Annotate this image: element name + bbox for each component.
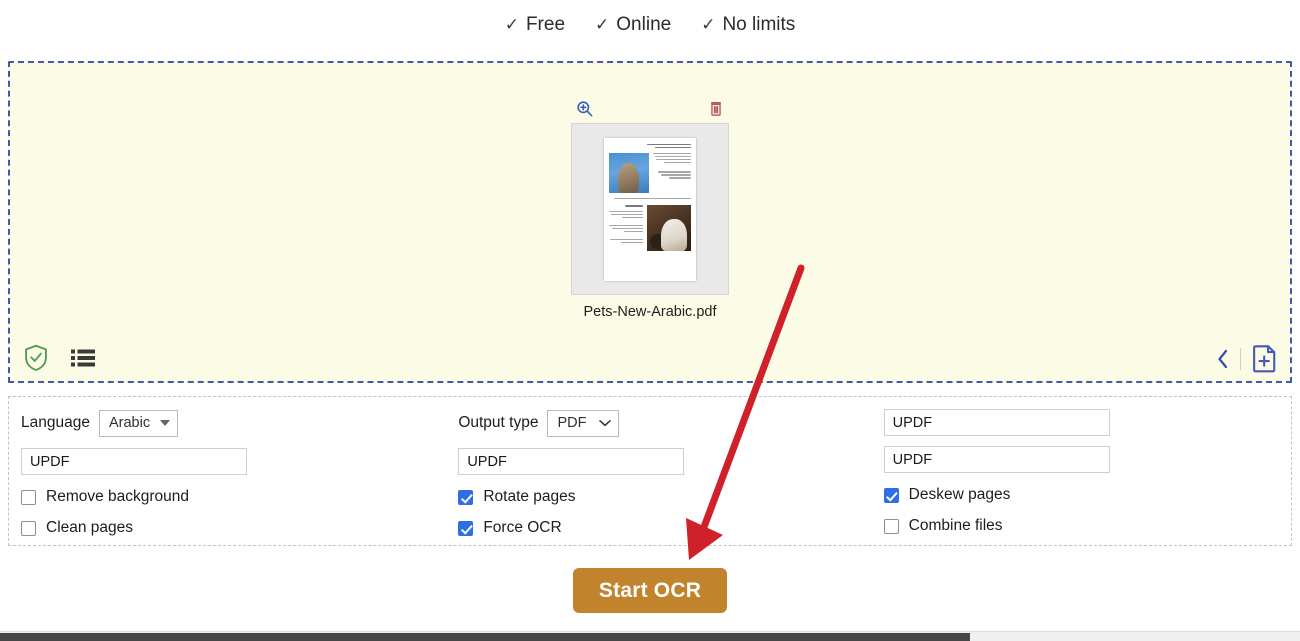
language-row: Language Arabic [21, 408, 422, 438]
right-top-text-input[interactable] [883, 409, 1110, 436]
language-select-value: Arabic [108, 415, 151, 431]
horizontal-scrollbar[interactable] [0, 631, 1300, 641]
checkbox-clean-pages[interactable]: Clean pages [21, 519, 422, 537]
tagline-label: Free [525, 14, 566, 35]
preview-cat-image [609, 153, 649, 194]
check-icon: ✓ [701, 15, 716, 34]
checkbox-box[interactable] [458, 489, 474, 505]
output-type-select-value: PDF [557, 415, 587, 431]
chevron-down-icon [599, 419, 612, 427]
options-panel: Language Arabic Remove background Clean … [8, 396, 1292, 546]
chevron-down-icon [160, 420, 171, 426]
right-bottom-text-input[interactable] [883, 446, 1110, 473]
toolbar-divider [1240, 347, 1241, 370]
checkbox-label: Deskew pages [908, 486, 1011, 503]
tagline-item-online: ✓ Online [595, 14, 671, 36]
ocr-tool-page: ✓ Free ✓ Online ✓ No limits Pets-New-Ara… [0, 0, 1300, 641]
tagline-item-no-limits: ✓ No limits [701, 14, 795, 36]
preview-section-dog [609, 205, 691, 252]
file-card: Pets-New-Arabic.pdf [566, 99, 734, 320]
feature-tagline: ✓ Free ✓ Online ✓ No limits [0, 14, 1300, 36]
file-name-label: Pets-New-Arabic.pdf [583, 304, 717, 320]
dropzone-left-toolbar [23, 344, 95, 372]
checkbox-label: Combine files [908, 517, 1003, 534]
middle-text-input[interactable] [458, 448, 685, 475]
checkbox-box[interactable] [883, 487, 899, 503]
file-thumbnail[interactable] [571, 123, 729, 295]
output-type-row: Output type PDF [458, 408, 841, 438]
shield-check-icon[interactable] [23, 344, 49, 372]
start-ocr-button[interactable]: Start OCR [573, 568, 727, 613]
scrollbar-thumb[interactable] [0, 633, 970, 641]
checkbox-box[interactable] [883, 518, 899, 534]
checkbox-label: Rotate pages [483, 488, 576, 505]
checkbox-label: Clean pages [46, 519, 134, 536]
checkbox-remove-background[interactable]: Remove background [21, 488, 422, 506]
checkbox-rotate-pages[interactable]: Rotate pages [458, 488, 841, 506]
options-column-left: Language Arabic Remove background Clean … [21, 408, 440, 545]
preview-dog-image [647, 205, 691, 252]
checkbox-box[interactable] [21, 520, 36, 536]
list-view-icon[interactable] [71, 348, 95, 368]
check-icon: ✓ [595, 15, 610, 34]
options-column-right: Deskew pages Combine files [860, 408, 1279, 545]
dropzone-right-toolbar [1216, 344, 1278, 373]
tagline-label: Online [616, 14, 672, 35]
checkbox-label: Force OCR [483, 519, 562, 536]
checkbox-box[interactable] [21, 489, 36, 505]
language-label: Language [21, 414, 90, 431]
chevron-left-icon[interactable] [1216, 348, 1230, 370]
add-file-icon[interactable] [1251, 344, 1278, 373]
left-text-input[interactable] [21, 448, 247, 475]
tagline-label: No limits [722, 14, 796, 35]
trash-icon[interactable] [707, 99, 725, 118]
magnifier-plus-icon[interactable] [575, 99, 594, 118]
preview-heading [647, 143, 691, 151]
output-type-label: Output type [458, 414, 539, 431]
language-select[interactable]: Arabic [98, 409, 179, 437]
checkbox-force-ocr[interactable]: Force OCR [458, 519, 841, 537]
checkbox-deskew-pages[interactable]: Deskew pages [883, 486, 1261, 504]
checkbox-combine-files[interactable]: Combine files [883, 517, 1261, 535]
file-card-actions [571, 99, 729, 118]
preview-section-cat [609, 153, 691, 194]
output-type-select[interactable]: PDF [547, 409, 620, 437]
file-dropzone[interactable]: Pets-New-Arabic.pdf [8, 61, 1292, 383]
check-icon: ✓ [504, 15, 519, 34]
pdf-page-preview [604, 137, 696, 281]
options-column-middle: Output type PDF Rotate pages [440, 408, 859, 545]
checkbox-label: Remove background [46, 488, 190, 505]
tagline-item-free: ✓ Free [505, 14, 565, 36]
checkbox-box[interactable] [458, 520, 474, 536]
